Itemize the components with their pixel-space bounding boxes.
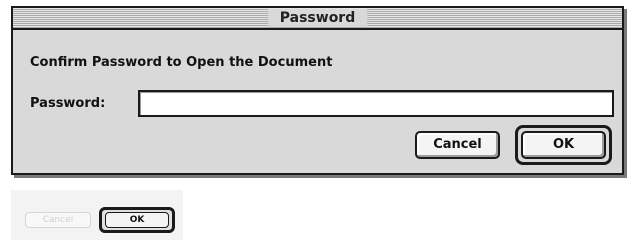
inset-ok-button: OK — [105, 212, 169, 228]
cancel-button[interactable]: Cancel — [415, 131, 500, 159]
password-label: Password: — [30, 96, 106, 111]
title-bar[interactable]: Password — [13, 8, 622, 30]
password-input[interactable] — [138, 90, 614, 117]
dialog-heading: Confirm Password to Open the Document — [30, 55, 333, 70]
inset-cancel-button: Cancel — [25, 212, 91, 228]
password-dialog: Password Confirm Password to Open the Do… — [11, 6, 624, 175]
dialog-title: Password — [267, 9, 368, 27]
button-detail-inset: Cancel OK — [11, 190, 183, 240]
ok-button[interactable]: OK — [521, 131, 606, 159]
